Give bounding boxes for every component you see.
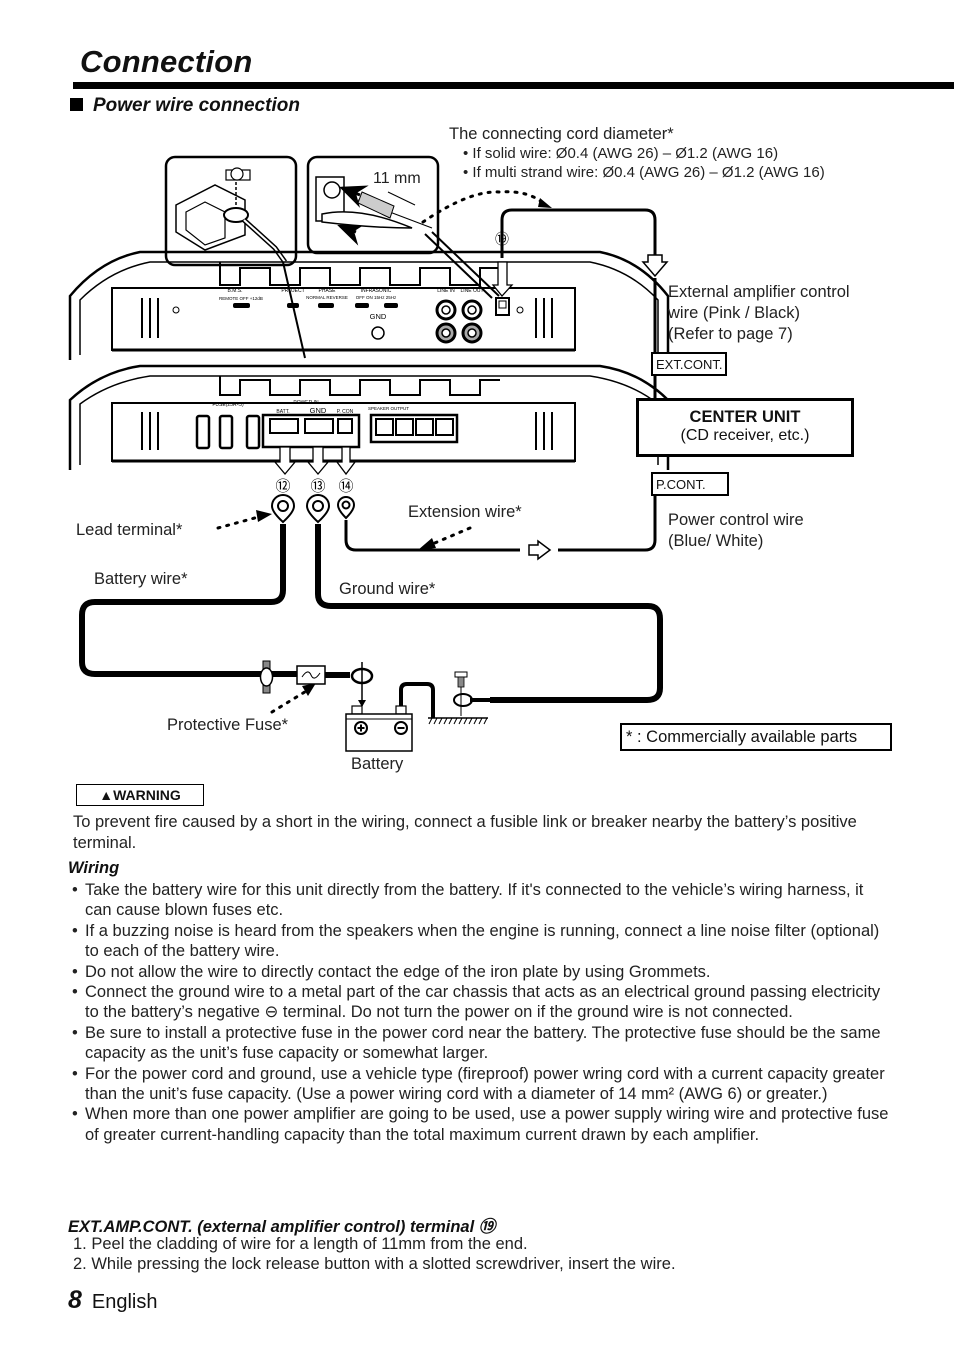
amplifier-top-view: B.M.S. REMOTE OFF +12dB PROJECT PHASE NO… [68, 250, 670, 360]
protective-fuse [296, 665, 326, 685]
page-number: 8 [68, 1286, 82, 1314]
amplifier-power-view: FUSE(25A×3) POWER IN BATT. GND P. CON SP… [68, 364, 670, 476]
battery-icon [345, 705, 413, 752]
power-control-wire-label: Power control wire (Blue/ White) [668, 511, 804, 550]
battery-wire-label: Battery wire* [94, 570, 188, 588]
terminal-inset-illustration [164, 155, 298, 267]
ext-amp-cont-step: 2. While pressing the lock release butto… [73, 1255, 676, 1273]
center-unit-title: CENTER UNIT [689, 408, 801, 426]
strip-length-label: 11 mm [373, 170, 421, 187]
language-label: English [91, 1291, 158, 1313]
svg-text:LINE OUT: LINE OUT [460, 288, 483, 294]
svg-text:B.M.S.: B.M.S. [227, 288, 242, 294]
svg-text:PROJECT: PROJECT [281, 288, 304, 294]
ground-wire-label: Ground wire* [339, 580, 436, 598]
extension-wire-label: Extension wire* [408, 503, 522, 521]
gnd-label-top: GND [370, 312, 387, 321]
svg-text:OFF ON 15Hz 25Hz: OFF ON 15Hz 25Hz [356, 295, 397, 300]
wiring-item: When more than one power amplifier are g… [72, 1104, 892, 1145]
lead-terminal-label: Lead terminal* [76, 521, 183, 539]
battery-label: Battery [351, 755, 404, 773]
svg-text:REMOTE OFF +12dB: REMOTE OFF +12dB [219, 296, 263, 301]
warning-badge: ▲WARNING [76, 784, 204, 806]
svg-text:NORMAL REVERSE: NORMAL REVERSE [306, 295, 348, 300]
grommet [259, 660, 274, 694]
wiring-item: Take the battery wire for this unit dire… [72, 880, 892, 921]
warning-text: To prevent fire caused by a short in the… [73, 813, 857, 852]
page-footer: 8 English [68, 1286, 158, 1315]
ring-terminals [270, 494, 356, 524]
terminal-13-marker: ⑬ [310, 478, 325, 495]
terminal-12-marker: ⑫ [275, 478, 290, 495]
svg-text:FUSE(25A×3): FUSE(25A×3) [212, 402, 244, 408]
wiring-diagram: 11 mm ⑲ B.M.S. REMOTE OFF +12dB PROJECT … [68, 155, 670, 752]
wiring-item: Connect the ground wire to a metal part … [72, 982, 892, 1023]
gnd-label-bottom: GND [310, 406, 327, 415]
svg-text:LINE IN: LINE IN [437, 288, 455, 294]
wiring-item: If a buzzing noise is heard from the spe… [72, 921, 892, 962]
ext-cont-terminal-label: EXT.CONT. [651, 352, 728, 376]
wiring-list: Take the battery wire for this unit dire… [72, 880, 892, 1145]
center-unit-subtitle: (CD receiver, etc.) [680, 427, 810, 444]
protective-fuse-label: Protective Fuse* [167, 716, 289, 734]
svg-text:PHASE: PHASE [319, 288, 337, 294]
wiring-item: Do not allow the wire to directly contac… [72, 962, 892, 983]
center-unit-box: CENTER UNIT (CD receiver, etc.) [636, 398, 854, 457]
svg-text:INFRASONIC: INFRASONIC [361, 288, 392, 294]
wiring-heading: Wiring [68, 859, 120, 877]
terminal-19-marker: ⑲ [495, 231, 509, 247]
terminal-14-marker: ⑭ [338, 478, 353, 495]
strip-length-inset-illustration: 11 mm [306, 155, 440, 255]
svg-text:SPEAKER OUTPUT: SPEAKER OUTPUT [368, 406, 409, 411]
wiring-item: Be sure to install a protective fuse in … [72, 1023, 892, 1064]
wiring-item: For the power cord and ground, use a veh… [72, 1064, 892, 1105]
commercial-parts-note: * : Commercially available parts [620, 723, 892, 751]
chassis-ground [428, 671, 490, 725]
ext-amp-cont-step: 1. Peel the cladding of wire for a lengt… [73, 1235, 528, 1253]
p-cont-terminal-label: P.CONT. [651, 472, 729, 496]
ext-amp-control-wire-label: External amplifier control wire (Pink / … [668, 283, 850, 343]
